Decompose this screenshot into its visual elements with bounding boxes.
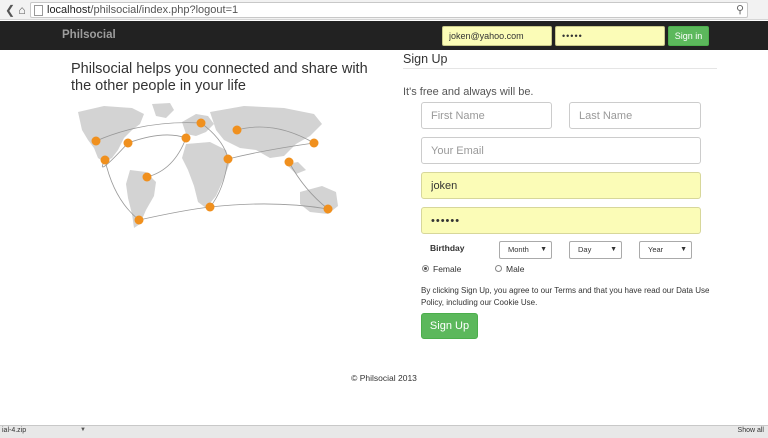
- signin-button[interactable]: Sign in: [668, 26, 709, 46]
- footer-copyright: © Philsocial 2013: [351, 373, 417, 383]
- month-select[interactable]: Month ▼: [499, 241, 552, 259]
- username-field[interactable]: [421, 172, 701, 199]
- url-field[interactable]: localhost/philsocial/index.php?logout=1 …: [30, 2, 748, 18]
- chevron-down-icon: ▼: [540, 246, 547, 253]
- map-dot: [309, 138, 319, 148]
- year-select-value: Year: [648, 245, 664, 254]
- day-select[interactable]: Day ▼: [569, 241, 622, 259]
- first-name-field[interactable]: [421, 102, 552, 129]
- url-path: /philsocial/index.php?logout=1: [90, 4, 239, 16]
- hero-tagline: Philsocial helps you connected and share…: [71, 61, 368, 94]
- map-dot: [223, 154, 233, 164]
- male-radio[interactable]: [495, 265, 502, 272]
- password-field[interactable]: [421, 207, 701, 234]
- url-text: localhost/philsocial/index.php?logout=1: [47, 4, 238, 16]
- map-dot: [323, 204, 333, 214]
- search-icon[interactable]: ⚲: [736, 3, 744, 16]
- map-dot: [142, 172, 152, 182]
- download-bar: ial-4.zip ▼ Show all: [0, 425, 768, 438]
- login-email-input[interactable]: [442, 26, 552, 46]
- female-radio[interactable]: [422, 265, 429, 272]
- chevron-down-icon: ▼: [680, 246, 687, 253]
- map-dot: [91, 136, 101, 146]
- last-name-field[interactable]: [569, 102, 701, 129]
- signup-title: Sign Up: [403, 52, 448, 66]
- female-label: Female: [433, 264, 462, 274]
- birthday-label: Birthday: [430, 243, 465, 253]
- map-dot: [134, 215, 144, 225]
- chevron-down-icon[interactable]: ▼: [80, 427, 86, 433]
- signup-subtitle: It's free and always will be.: [403, 86, 534, 98]
- map-dot: [100, 155, 110, 165]
- chevron-down-icon: ▼: [610, 246, 617, 253]
- year-select[interactable]: Year ▼: [639, 241, 692, 259]
- day-select-value: Day: [578, 245, 592, 254]
- url-host: localhost: [47, 4, 91, 16]
- male-label: Male: [506, 264, 525, 274]
- site-navbar: Philsocial Sign in: [0, 21, 768, 50]
- terms-text: By clicking Sign Up, you agree to our Te…: [421, 286, 710, 307]
- page-icon: [34, 5, 43, 16]
- world-map-image: [78, 103, 338, 228]
- signup-divider: [403, 68, 717, 69]
- map-dot: [284, 157, 294, 167]
- map-dot: [196, 118, 206, 128]
- map-dot: [123, 138, 133, 148]
- browser-address-bar: ❮ ⌂ localhost/philsocial/index.php?logou…: [0, 0, 768, 20]
- email-field[interactable]: [421, 137, 701, 164]
- map-dot: [181, 133, 191, 143]
- login-password-input[interactable]: [555, 26, 665, 46]
- map-dot: [205, 202, 215, 212]
- signup-button[interactable]: Sign Up: [421, 313, 478, 339]
- home-icon[interactable]: ⌂: [14, 2, 30, 18]
- show-all-downloads-link[interactable]: Show all: [738, 427, 764, 434]
- download-item[interactable]: ial-4.zip: [0, 427, 86, 438]
- brand-logo[interactable]: Philsocial: [62, 29, 116, 41]
- month-select-value: Month: [508, 245, 529, 254]
- map-dot: [232, 125, 242, 135]
